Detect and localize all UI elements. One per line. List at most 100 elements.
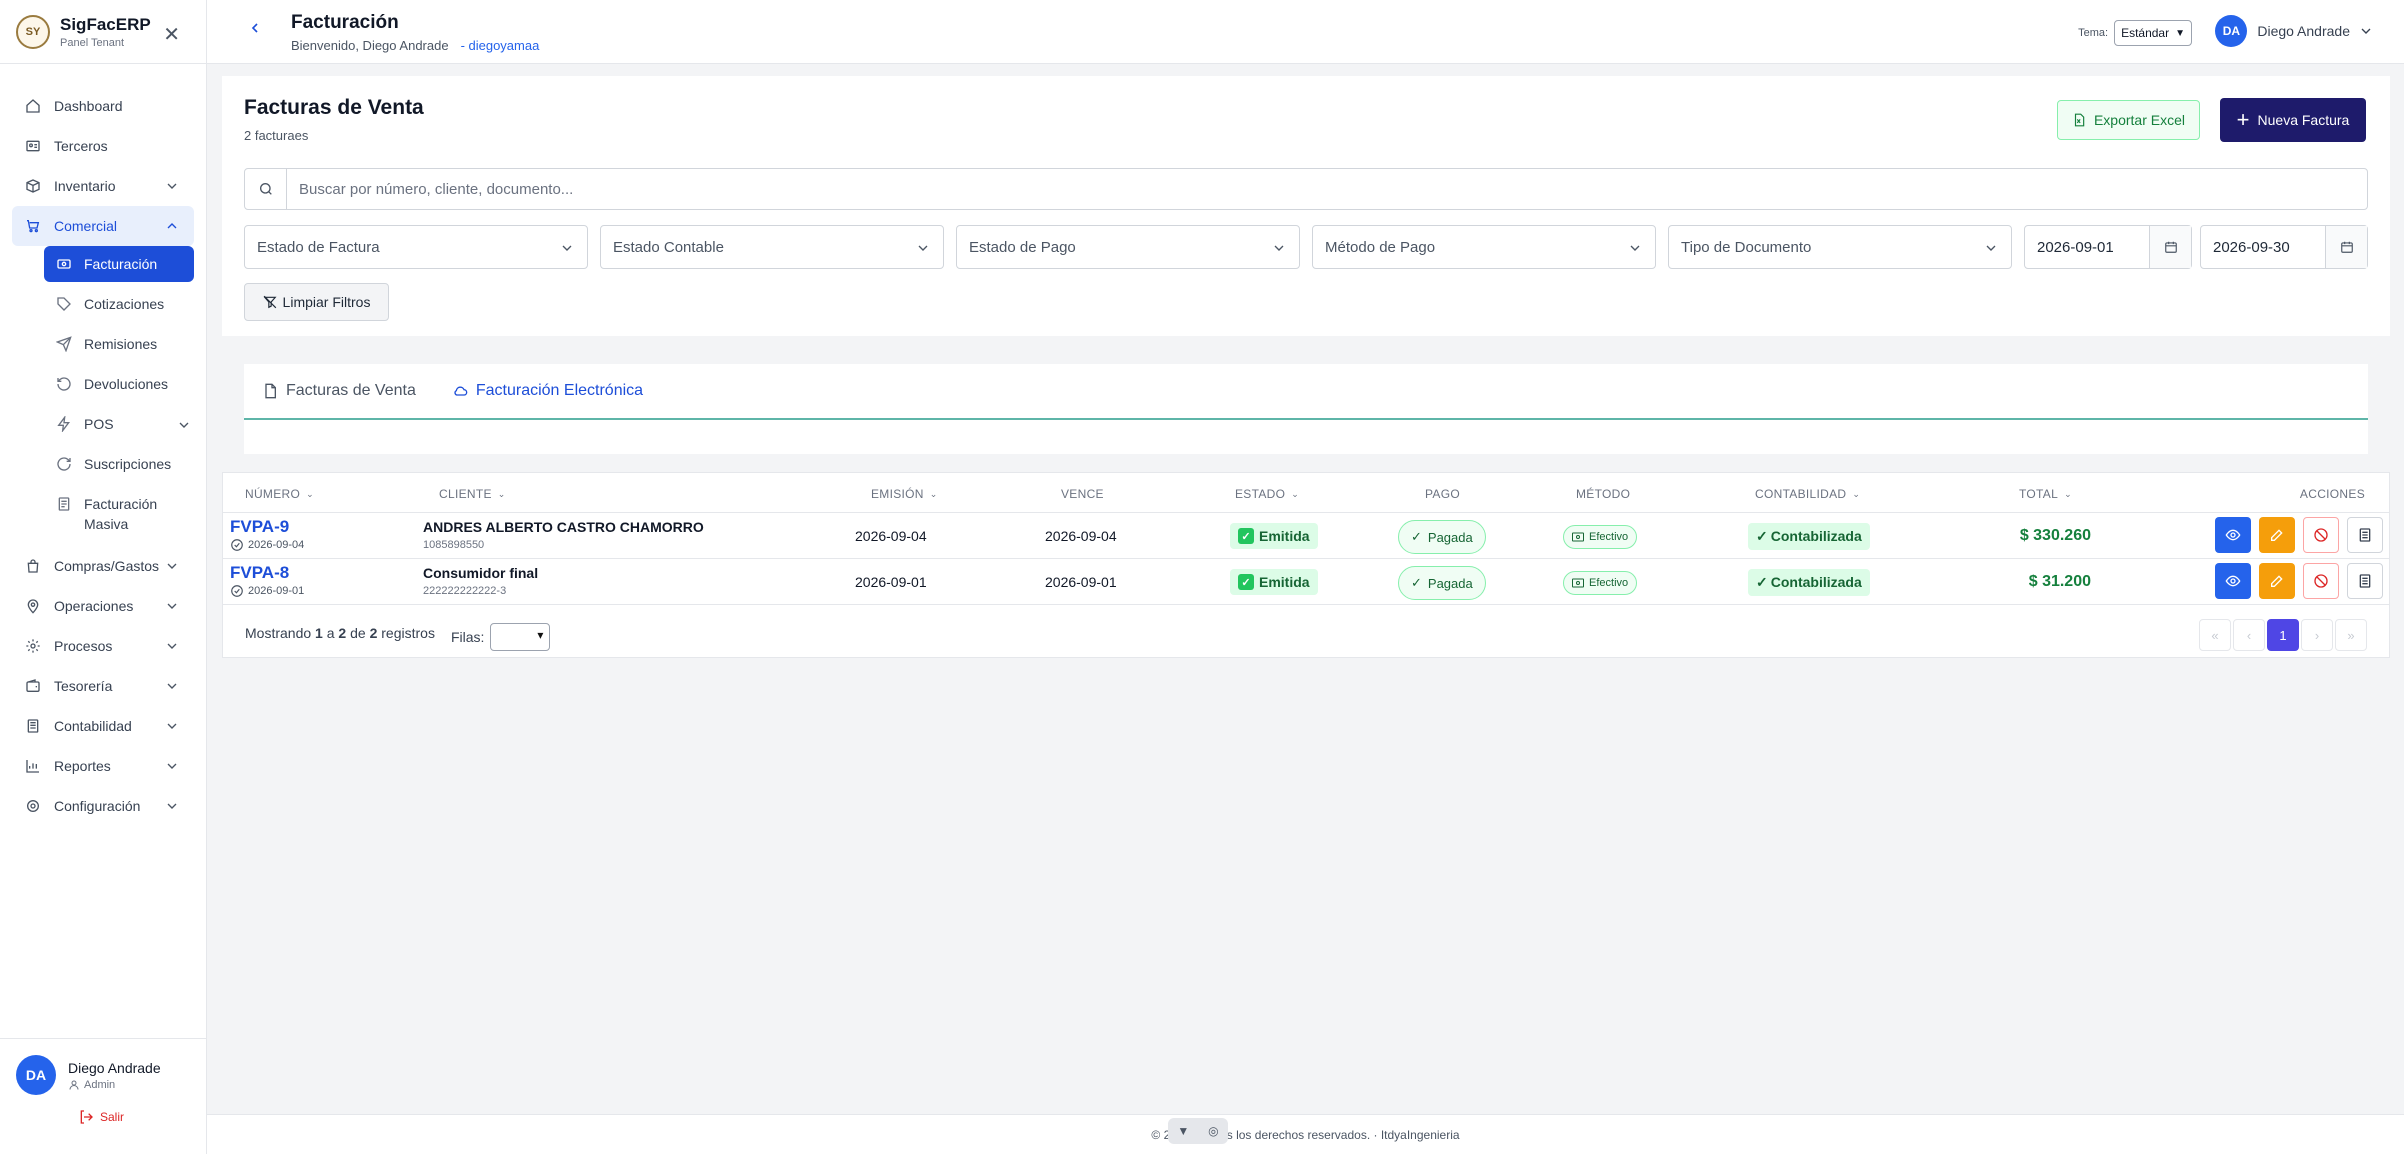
sidebar-item-compras[interactable]: Compras/Gastos [0, 546, 206, 586]
page-button[interactable]: 1 [2267, 619, 2299, 651]
calendar-icon[interactable] [2149, 226, 2191, 268]
pagination: « ‹ 1 › » [2197, 619, 2367, 651]
document-icon [2357, 573, 2373, 589]
sidebar-item-remisiones[interactable]: Remisiones [44, 326, 206, 366]
col-contabilidad[interactable]: CONTABILIDAD ⌄ [1755, 487, 1860, 501]
method-badge: Efectivo [1563, 525, 1638, 549]
document-button[interactable] [2347, 517, 2383, 553]
next-page-button[interactable]: › [2301, 619, 2333, 651]
sort-icon: ⌄ [929, 488, 938, 499]
filter-estado-contable[interactable]: Estado Contable [600, 225, 944, 269]
summary-sep: de [350, 625, 366, 641]
table-header: NÚMERO ⌄ CLIENTE ⌄ EMISIÓN ⌄ VENCE ESTADO ⌄ … [223, 473, 2389, 513]
check-icon: ✓ [1238, 528, 1254, 544]
col-emision[interactable]: EMISIÓN ⌄ [871, 487, 938, 501]
table-row: FVPA-8 2026-09-01 Consumidor final 22222… [223, 559, 2389, 605]
filter-label: Estado de Pago [969, 238, 1076, 256]
sidebar-item-comercial[interactable]: Comercial [12, 206, 194, 246]
cloud-icon [452, 383, 468, 399]
sort-icon: ⌄ [306, 488, 314, 499]
sidebar-item-suscripciones[interactable]: Suscripciones [44, 446, 206, 486]
search-input[interactable]: Buscar por número, cliente, documento... [287, 169, 2367, 209]
status-badge: ✓ Emitida [1230, 523, 1318, 549]
invoice-number-link[interactable]: FVPA-9 [230, 517, 289, 537]
date-to-value: 2026-09-30 [2213, 238, 2290, 256]
sidebar-item-tesoreria[interactable]: Tesorería [0, 666, 206, 706]
refresh-icon [56, 456, 72, 472]
col-cliente[interactable]: CLIENTE ⌄ [439, 487, 506, 501]
sidebar-item-inventario[interactable]: Inventario [0, 166, 206, 206]
filter-tipo-documento[interactable]: Tipo de Documento [1668, 225, 2012, 269]
last-page-button[interactable]: » [2335, 619, 2367, 651]
document-icon [262, 383, 278, 399]
first-page-button[interactable]: « [2199, 619, 2231, 651]
sidebar-item-procesos[interactable]: Procesos [0, 626, 206, 666]
sidebar-item-configuracion[interactable]: Configuración [0, 786, 206, 826]
col-estado[interactable]: ESTADO ⌄ [1235, 487, 1299, 501]
col-numero[interactable]: NÚMERO ⌄ [245, 487, 314, 501]
export-excel-button[interactable]: Exportar Excel [2057, 100, 2200, 140]
sidebar-item-facturacion-masiva[interactable]: Facturación Masiva [44, 486, 206, 546]
sidebar-item-terceros[interactable]: Terceros [0, 126, 206, 166]
chevron-down-icon [164, 178, 180, 194]
chevron-down-icon [1983, 240, 1999, 256]
wallet-icon [24, 677, 42, 695]
client-document: 1085898550 [423, 539, 485, 551]
theme-select[interactable]: Estándar ▼ [2114, 20, 2192, 46]
sidebar-item-contabilidad[interactable]: Contabilidad [0, 706, 206, 746]
emission-date: 2026-09-04 [855, 528, 927, 544]
search-bar: Buscar por número, cliente, documento... [244, 168, 2368, 210]
tab-facturas-venta[interactable]: Facturas de Venta [262, 382, 416, 400]
header-welcome: Bienvenido, Diego Andrade - diegoyamaa [291, 38, 539, 53]
sidebar-item-label: Devoluciones [84, 376, 169, 392]
filter-icon[interactable]: ▼ [1177, 1124, 1189, 1138]
theme-value: Estándar [2121, 26, 2170, 40]
location-icon [24, 597, 42, 615]
receipt-icon [56, 256, 72, 272]
edit-button[interactable] [2259, 563, 2295, 599]
date-from-field[interactable]: 2026-09-01 [2024, 225, 2192, 269]
calendar-icon[interactable] [2325, 226, 2367, 268]
document-button[interactable] [2347, 563, 2383, 599]
close-sidebar-icon[interactable]: ✕ [163, 22, 180, 47]
logout-button[interactable]: Salir [78, 1109, 190, 1125]
new-invoice-button[interactable]: + Nueva Factura [2220, 98, 2366, 142]
sidebar-item-label: Operaciones [54, 598, 134, 614]
sidebar-item-facturacion[interactable]: Facturación [44, 246, 194, 282]
chevron-down-icon [164, 758, 180, 774]
edit-button[interactable] [2259, 517, 2295, 553]
target-icon[interactable]: ◎ [1208, 1124, 1218, 1138]
filter-estado-factura[interactable]: Estado de Factura [244, 225, 588, 269]
double-chevron-right-icon: » [2347, 627, 2355, 643]
filter-estado-pago[interactable]: Estado de Pago [956, 225, 1300, 269]
prev-page-button[interactable]: ‹ [2233, 619, 2265, 651]
check-circle-icon [230, 538, 244, 552]
send-icon [56, 336, 72, 352]
header-user-menu[interactable]: DA Diego Andrade [2215, 15, 2374, 47]
back-icon[interactable] [247, 20, 263, 36]
rows-select[interactable] [490, 623, 551, 651]
invoice-total: $ 330.260 [2019, 527, 2091, 544]
sidebar-item-pos[interactable]: POS [44, 406, 206, 446]
logout-icon [78, 1109, 94, 1125]
bolt-icon [56, 416, 72, 432]
sidebar: SY SigFacERP Panel Tenant ✕ Dashboard Te… [0, 0, 207, 1154]
annul-button[interactable] [2303, 517, 2339, 553]
view-button[interactable] [2215, 563, 2251, 599]
date-to-field[interactable]: 2026-09-30 [2200, 225, 2368, 269]
sidebar-item-operaciones[interactable]: Operaciones [0, 586, 206, 626]
tenant-link[interactable]: - diegoyamaa [461, 38, 540, 53]
annul-button[interactable] [2303, 563, 2339, 599]
filter-metodo-pago[interactable]: Método de Pago [1312, 225, 1656, 269]
sidebar-item-cotizaciones[interactable]: Cotizaciones [44, 286, 206, 326]
invoice-date: 2026-09-01 [230, 584, 304, 598]
clear-filters-button[interactable]: Limpiar Filtros [244, 283, 389, 321]
sidebar-item-devoluciones[interactable]: Devoluciones [44, 366, 206, 406]
invoice-number-link[interactable]: FVPA-8 [230, 563, 289, 583]
tab-facturacion-electronica[interactable]: Facturación Electrónica [452, 382, 643, 400]
sidebar-item-reportes[interactable]: Reportes [0, 746, 206, 786]
col-total[interactable]: TOTAL ⌄ [2019, 487, 2072, 501]
summary-sep: a [326, 625, 335, 641]
sidebar-item-dashboard[interactable]: Dashboard [0, 86, 206, 126]
view-button[interactable] [2215, 517, 2251, 553]
